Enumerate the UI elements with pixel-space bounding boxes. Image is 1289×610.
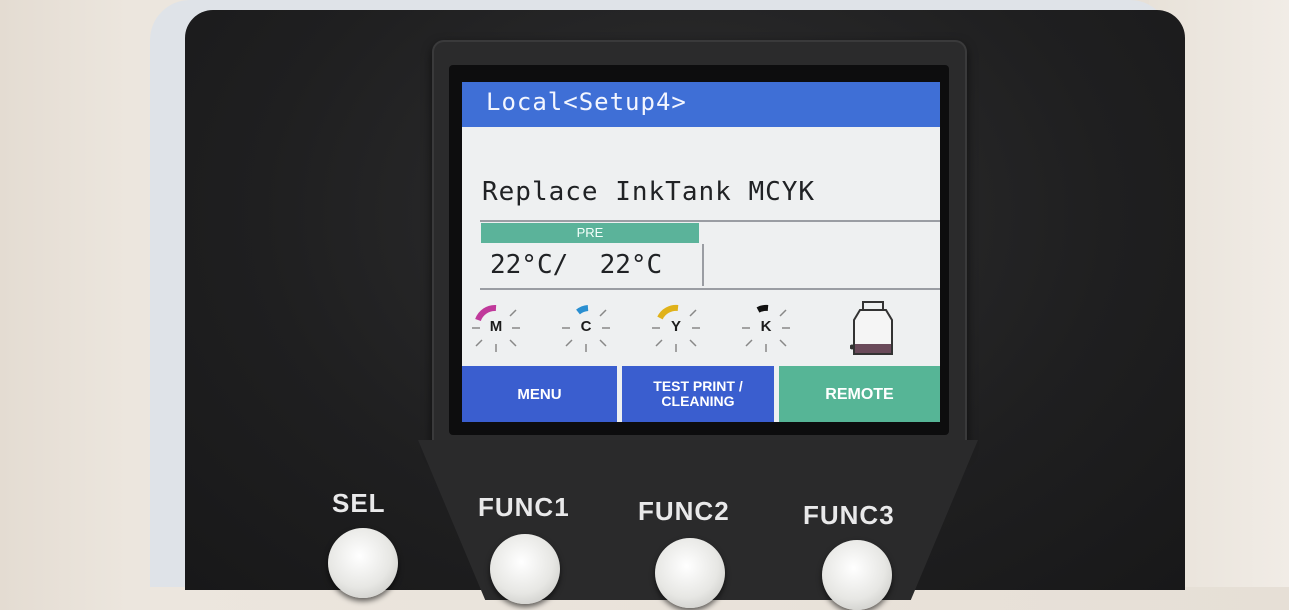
func2-key-label: FUNC2	[638, 496, 730, 526]
func1-button[interactable]	[490, 534, 560, 604]
func1-key-label: FUNC1	[478, 492, 570, 522]
divider	[480, 220, 940, 222]
lcd-screen: Local<Setup4> Replace InkTank MCYK PRE 2…	[462, 82, 940, 422]
softkey-bar: MENU TEST PRINT / CLEANING REMOTE	[462, 366, 940, 422]
cleaning-label: CLEANING	[661, 393, 735, 409]
test-print-cleaning-softkey[interactable]: TEST PRINT / CLEANING	[622, 366, 774, 422]
chevron-down-icon	[690, 420, 706, 422]
ink-cyan-icon: C	[556, 300, 616, 356]
remote-softkey[interactable]: REMOTE	[779, 366, 940, 422]
sel-button[interactable]	[328, 528, 398, 598]
menu-label: MENU	[517, 385, 562, 403]
status-message: Replace InkTank MCYK	[482, 177, 816, 207]
test-print-label: TEST PRINT /	[653, 378, 743, 394]
temperature-readout: 22°C/ 22°C	[490, 250, 663, 280]
func3-button[interactable]	[822, 540, 892, 610]
screen-title: Local<Setup4>	[486, 88, 687, 116]
ink-letter: Y	[670, 318, 681, 335]
func2-button[interactable]	[655, 538, 725, 608]
ink-black-icon: K	[736, 300, 796, 356]
ink-letter: K	[760, 318, 772, 335]
ink-magenta-icon: M	[466, 300, 526, 356]
temperature-box: 22°C/ 22°C	[480, 244, 704, 286]
func3-key-label: FUNC3	[803, 500, 895, 530]
ink-letter: C	[580, 318, 592, 335]
title-bar: Local<Setup4>	[462, 82, 940, 127]
sel-key-label: SEL	[332, 488, 386, 518]
menu-softkey[interactable]: MENU	[462, 366, 617, 422]
pre-heater-label: PRE	[481, 223, 699, 243]
divider	[480, 288, 940, 290]
ink-letter: M	[489, 318, 503, 335]
remote-label: REMOTE	[825, 385, 894, 403]
ink-yellow-icon: Y	[646, 300, 706, 356]
chevron-down-icon	[531, 420, 548, 422]
waste-ink-bottle-icon	[849, 300, 896, 356]
